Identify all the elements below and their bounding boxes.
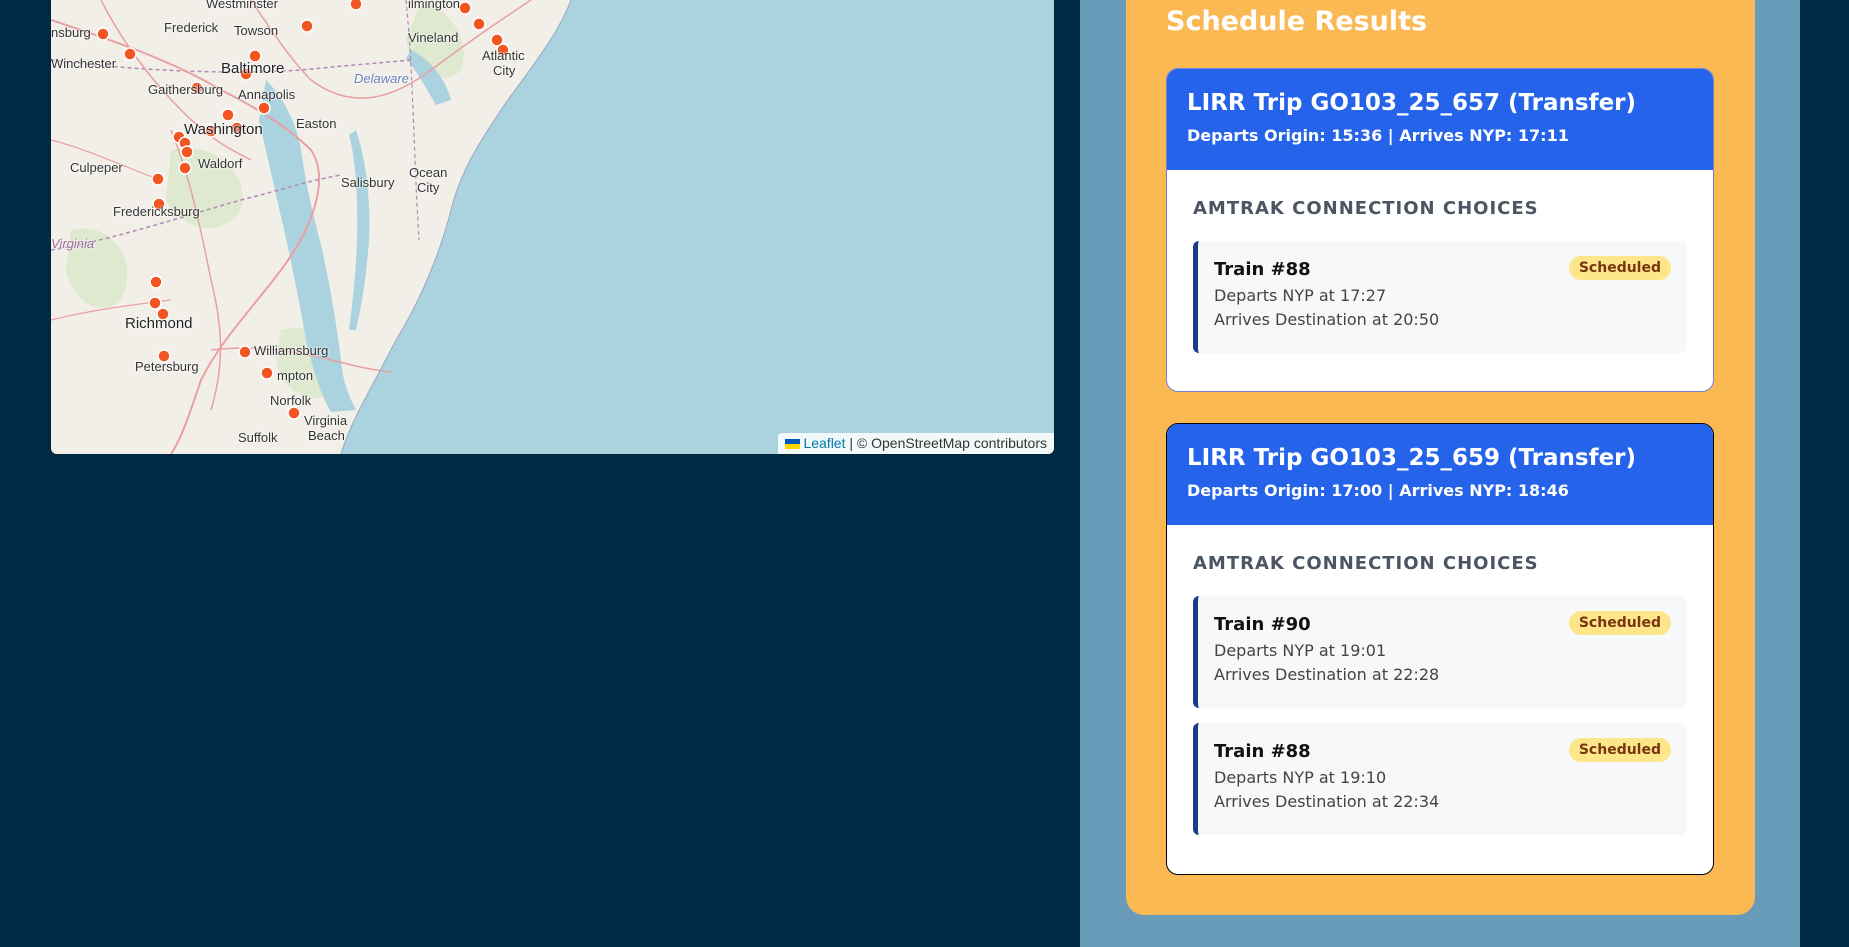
trip-card[interactable]: LIRR Trip GO103_25_659 (Transfer) Depart… — [1166, 423, 1714, 875]
station-marker[interactable] — [472, 17, 486, 31]
map-label-baltimore: Baltimore — [221, 60, 285, 77]
station-marker[interactable] — [151, 172, 165, 186]
leaflet-link[interactable]: Leaflet — [803, 435, 845, 451]
trip-card-body: AMTRAK CONNECTION CHOICES Train #90 Sche… — [1167, 525, 1713, 835]
station-marker[interactable] — [458, 1, 472, 15]
map-label-winchester: Winchester — [51, 56, 117, 71]
station-marker[interactable] — [149, 275, 163, 289]
map-label-atlantic-city: Atlantic — [482, 48, 525, 63]
map-label-delaware: Delaware — [354, 71, 409, 86]
status-badge: Scheduled — [1568, 256, 1671, 280]
map-label-vineland: Vineland — [408, 30, 459, 45]
map-label-easton: Easton — [296, 116, 337, 131]
station-marker[interactable] — [96, 27, 110, 41]
osm-copyright: © OpenStreetMap contributors — [856, 435, 1047, 451]
station-marker[interactable] — [260, 366, 274, 380]
ukraine-flag-icon — [785, 439, 801, 449]
station-marker[interactable] — [300, 19, 314, 33]
map-label-ocean-city: Ocean — [409, 165, 448, 180]
arrives-destination: Arrives Destination at 22:34 — [1214, 792, 1440, 811]
departs-nyp: Departs NYP at 19:10 — [1214, 768, 1387, 787]
connection-item[interactable]: Train #90 Scheduled Departs NYP at 19:01… — [1193, 596, 1687, 708]
map-label-atlantic-city-2: City — [493, 63, 516, 78]
arrives-destination: Arrives Destination at 22:28 — [1214, 665, 1440, 684]
departs-nyp: Departs NYP at 17:27 — [1214, 286, 1387, 305]
map-view[interactable]: Frederick Westminster Towson ilmington V… — [51, 0, 1054, 454]
map-label-virginia-beach: Virginia — [304, 413, 348, 428]
map-label-salisbury: Salisbury — [341, 175, 395, 190]
trip-card-body: AMTRAK CONNECTION CHOICES Train #88 Sche… — [1167, 170, 1713, 353]
trip-card[interactable]: LIRR Trip GO103_25_657 (Transfer) Depart… — [1166, 68, 1714, 392]
station-marker[interactable] — [287, 406, 301, 420]
attribution-separator: | — [849, 435, 854, 451]
trip-card-header: LIRR Trip GO103_25_657 (Transfer) Depart… — [1167, 69, 1713, 170]
station-marker[interactable] — [257, 101, 271, 115]
map-label-norfolk: Norfolk — [270, 393, 312, 408]
map-label-suffolk: Suffolk — [238, 430, 278, 445]
map-attribution: Leaflet | © OpenStreetMap contributors — [778, 433, 1054, 454]
map-label-culpeper: Culpeper — [70, 160, 123, 175]
map-label-frederick: Frederick — [164, 20, 219, 35]
trip-card-header: LIRR Trip GO103_25_659 (Transfer) Depart… — [1167, 424, 1713, 525]
trip-times: Departs Origin: 17:00 | Arrives NYP: 18:… — [1187, 481, 1569, 500]
connection-item[interactable]: Train #88 Scheduled Departs NYP at 19:10… — [1193, 723, 1687, 835]
trip-title: LIRR Trip GO103_25_659 (Transfer) — [1187, 445, 1637, 471]
connection-choices-label: AMTRAK CONNECTION CHOICES — [1193, 553, 1539, 574]
status-badge: Scheduled — [1568, 738, 1671, 762]
map-label-hampton: mpton — [277, 368, 314, 383]
map-label-washington: Washington — [184, 121, 263, 138]
map-label-fredericksburg: Fredericksburg — [113, 204, 200, 219]
map-label-gaithersburg: Gaithersburg — [148, 82, 224, 97]
map-label-williamsburg: Williamsburg — [254, 343, 329, 358]
map-label-ocean-city-2: City — [417, 180, 440, 195]
status-badge: Scheduled — [1568, 611, 1671, 635]
station-marker[interactable] — [349, 0, 363, 11]
trip-title: LIRR Trip GO103_25_657 (Transfer) — [1187, 90, 1637, 116]
station-marker[interactable] — [148, 296, 162, 310]
connection-choices-label: AMTRAK CONNECTION CHOICES — [1193, 198, 1539, 219]
map-label-richmond: Richmond — [125, 315, 193, 332]
departs-nyp: Departs NYP at 19:01 — [1214, 641, 1387, 660]
station-marker[interactable] — [178, 161, 192, 175]
map-label-waldorf: Waldorf — [198, 156, 243, 171]
map-label-nsburg: nsburg — [51, 25, 91, 40]
map-label-petersburg: Petersburg — [135, 359, 199, 374]
schedule-results-title: Schedule Results — [1166, 6, 1428, 37]
station-markers — [96, 0, 510, 420]
map-label-westminster: Westminster — [206, 0, 278, 11]
map-label-virginia: Virginia — [51, 236, 95, 251]
station-marker[interactable] — [238, 345, 252, 359]
station-marker[interactable] — [221, 108, 235, 122]
station-marker[interactable] — [180, 145, 194, 159]
map-label-ilmington: ilmington — [408, 0, 461, 11]
map-label-virginia-beach-2: Beach — [308, 428, 345, 443]
station-marker[interactable] — [123, 47, 137, 61]
arrives-destination: Arrives Destination at 20:50 — [1214, 310, 1440, 329]
connection-item[interactable]: Train #88 Scheduled Departs NYP at 17:27… — [1193, 241, 1687, 353]
trip-times: Departs Origin: 15:36 | Arrives NYP: 17:… — [1187, 126, 1569, 145]
map-label-towson: Towson — [234, 23, 279, 38]
map-label-annapolis: Annapolis — [238, 87, 296, 102]
